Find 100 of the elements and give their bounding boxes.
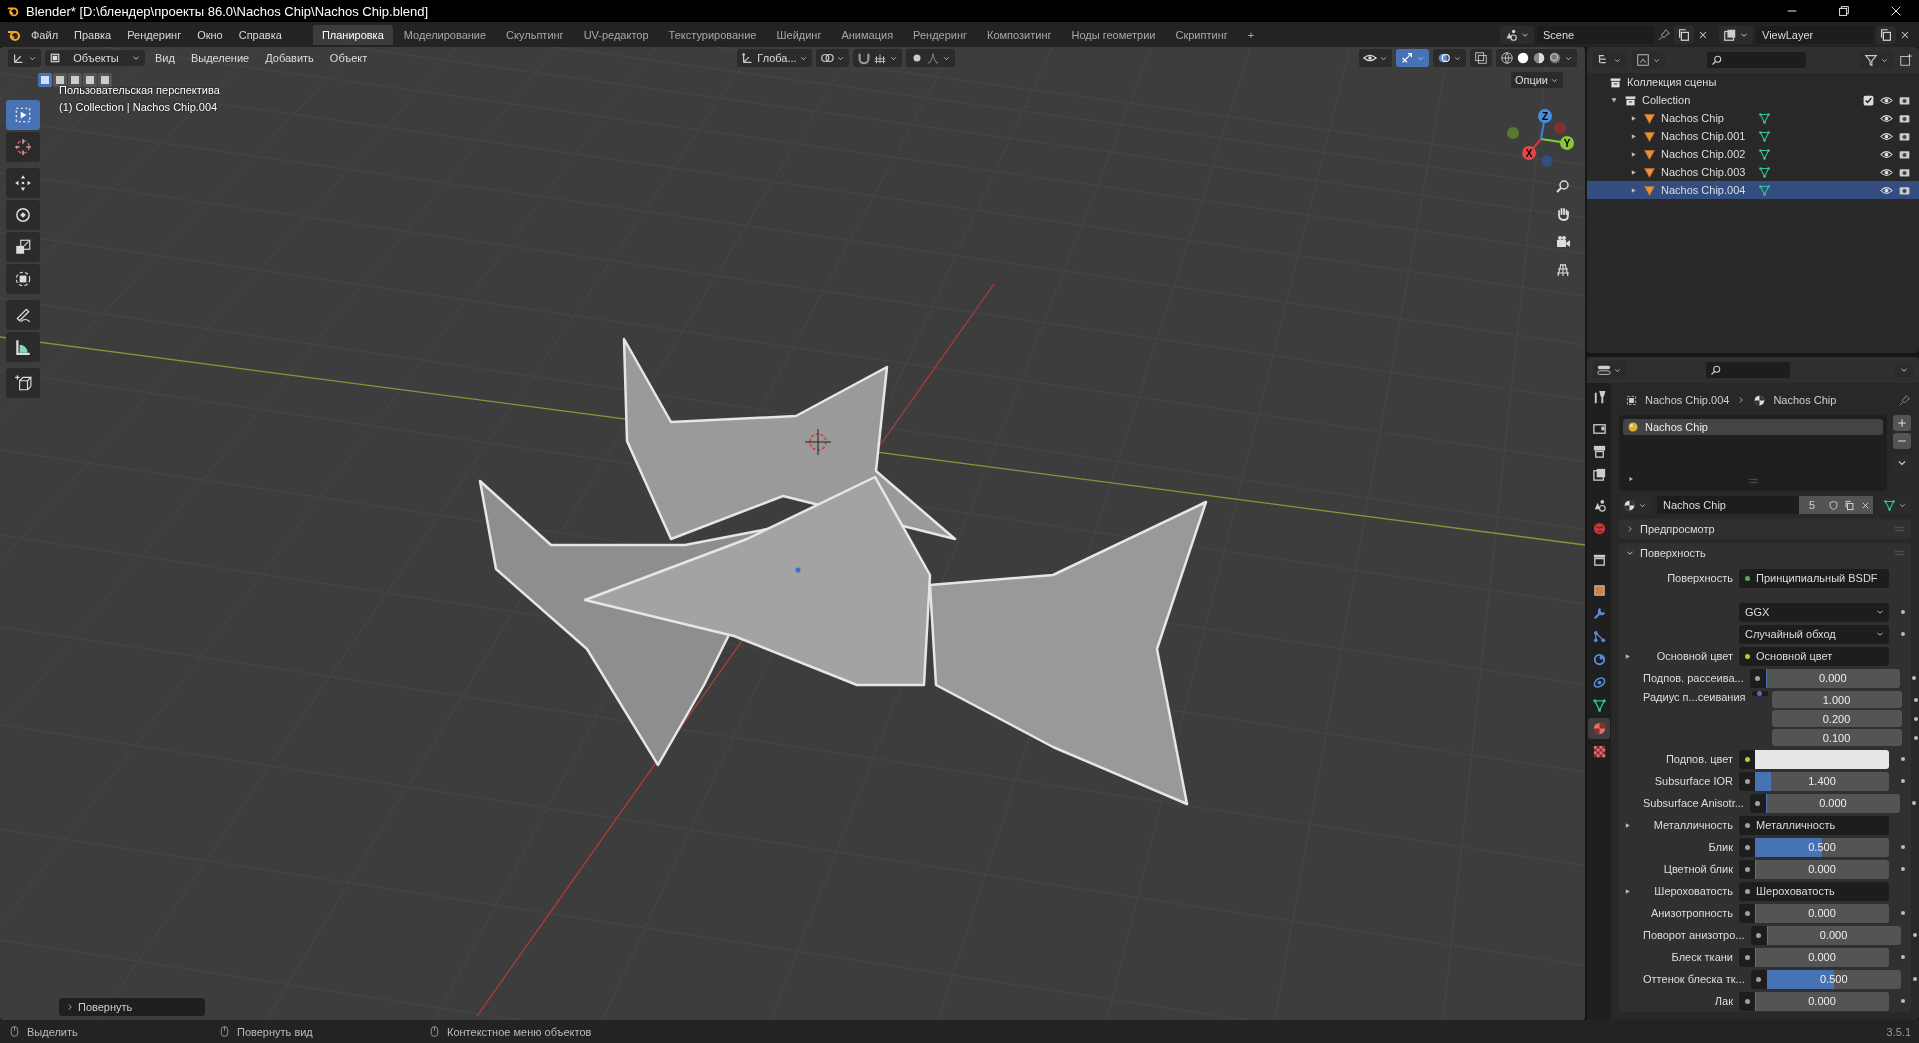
outliner-row[interactable]: Nachos Chip.003	[1587, 163, 1919, 181]
select-mode-button[interactable]	[53, 73, 67, 87]
material-name-field[interactable]: Nachos Chip	[1657, 496, 1799, 514]
socket-button[interactable]	[1739, 947, 1755, 967]
plus-button[interactable]	[1893, 415, 1911, 431]
close-icon[interactable]	[1889, 4, 1903, 18]
tool-button[interactable]	[6, 300, 40, 330]
link-field[interactable]: Принципиальный BSDF	[1739, 568, 1889, 588]
editor-type-button[interactable]	[8, 49, 41, 67]
menu-item[interactable]: Объект	[323, 50, 374, 66]
new-button[interactable]	[1876, 25, 1896, 44]
tree-item[interactable]: Collection	[1642, 94, 1691, 106]
select-mode-button[interactable]	[83, 73, 97, 87]
sphere-icon[interactable]	[1548, 51, 1562, 65]
pin-icon[interactable]	[1657, 27, 1671, 42]
toggle-button[interactable]	[1396, 49, 1429, 67]
tool-button[interactable]	[6, 132, 40, 162]
material-slot[interactable]: Nachos Chip	[1623, 419, 1883, 435]
keyframe-dot[interactable]	[1901, 911, 1905, 915]
tool-button[interactable]	[6, 200, 40, 230]
new-button[interactable]	[1674, 25, 1694, 44]
tool-button[interactable]	[6, 168, 40, 198]
new-collection-icon[interactable]	[1899, 53, 1913, 67]
tree-item[interactable]: Коллекция сцены	[1627, 76, 1717, 88]
unlink-button[interactable]	[1857, 496, 1873, 514]
keyframe-dot[interactable]	[1901, 757, 1905, 761]
workspace-tab[interactable]: Рендеринг	[904, 24, 977, 45]
selector-button[interactable]	[1719, 25, 1753, 44]
shading-buttons[interactable]	[1496, 49, 1577, 67]
restore-icon[interactable]	[1837, 4, 1851, 18]
keyframe-dot[interactable]	[1901, 610, 1905, 614]
menu-item[interactable]: Справка	[231, 25, 289, 44]
toolbar-button[interactable]	[815, 49, 849, 67]
search-field[interactable]	[1706, 362, 1790, 378]
value-field[interactable]: 0.100	[1771, 729, 1902, 746]
tool-button[interactable]	[6, 264, 40, 294]
toggle-button[interactable]	[1433, 49, 1466, 67]
value-field[interactable]: 1.000	[1771, 691, 1902, 708]
toolbar-button[interactable]	[852, 49, 902, 67]
value-slider[interactable]: 0.000	[1765, 668, 1900, 688]
dropdown[interactable]: Случайный обход	[1739, 624, 1889, 644]
workspace-tab[interactable]: Анимация	[832, 24, 903, 45]
socket-button[interactable]	[1739, 859, 1755, 879]
workspace-tab[interactable]: Ноды геометрии	[1062, 24, 1165, 45]
material-slot-list[interactable]: Nachos Chip	[1619, 415, 1887, 491]
menu-item[interactable]: Окно	[190, 25, 230, 44]
value-slider[interactable]: 0.000	[1755, 859, 1889, 879]
workspace-tab[interactable]: Шейдинг	[767, 24, 831, 45]
value-slider[interactable]: 0.000	[1766, 925, 1901, 945]
orientation-dropdown[interactable]: Глоба...	[737, 49, 812, 67]
socket-button[interactable]	[1739, 903, 1755, 923]
link-field[interactable]: Основной цвет	[1739, 646, 1889, 666]
keyframe-dot[interactable]	[1901, 999, 1905, 1003]
value-slider[interactable]: 0.500	[1755, 837, 1889, 857]
add-workspace-tab[interactable]: +	[1238, 24, 1264, 45]
link-field[interactable]: Шероховатость	[1739, 881, 1889, 901]
keyframe-dot[interactable]	[1913, 697, 1918, 702]
menu-item[interactable]: Выделение	[184, 50, 256, 66]
xray-button[interactable]	[1470, 49, 1492, 67]
socket-button[interactable]	[1739, 749, 1755, 769]
value-slider[interactable]: 0.000	[1755, 991, 1889, 1011]
socket-button[interactable]	[1739, 771, 1755, 791]
editor-type-button[interactable]	[1593, 361, 1626, 379]
tool-button[interactable]	[6, 368, 40, 398]
filter-button[interactable]	[1860, 51, 1893, 69]
keyframe-dot[interactable]	[1901, 779, 1905, 783]
socket-button[interactable]	[1749, 668, 1766, 688]
keyframe-dot[interactable]	[1912, 933, 1917, 937]
search-field[interactable]	[1707, 52, 1806, 68]
socket-button[interactable]	[1739, 837, 1755, 857]
workspace-tab[interactable]: UV-редактор	[574, 24, 658, 45]
outliner-row[interactable]: Nachos Chip.001	[1587, 127, 1919, 145]
select-mode-button[interactable]	[38, 73, 52, 87]
outliner-row[interactable]: Nachos Chip	[1587, 109, 1919, 127]
keyframe-dot[interactable]	[1911, 801, 1916, 805]
keyframe-dot[interactable]	[1912, 977, 1917, 981]
value-field[interactable]: 0.200	[1771, 710, 1902, 727]
panel-header[interactable]: Предпросмотр	[1619, 519, 1911, 539]
name-field[interactable]: ViewLayer	[1756, 25, 1873, 44]
workspace-tab[interactable]: Текстурирование	[659, 24, 766, 45]
workspace-tab[interactable]: Скульптинг	[497, 24, 573, 45]
keyframe-dot[interactable]	[1913, 716, 1918, 721]
zoom-icon[interactable]	[1555, 178, 1571, 194]
workspace-tab[interactable]: Моделирование	[394, 24, 496, 45]
outliner-row[interactable]: Nachos Chip.004	[1587, 181, 1919, 199]
solid-sphere-icon[interactable]	[1516, 51, 1530, 65]
options-dropdown[interactable]: Опции	[1510, 72, 1563, 88]
keyframe-dot[interactable]	[1911, 676, 1916, 680]
minus-button[interactable]	[1893, 433, 1911, 449]
editor-type-button[interactable]	[1593, 51, 1626, 69]
value-slider[interactable]: 1.400	[1755, 771, 1889, 791]
navigation-gizmo[interactable]: X Y Z	[1505, 103, 1577, 175]
value-slider[interactable]: 0.000	[1755, 947, 1889, 967]
socket-button[interactable]	[1739, 991, 1755, 1011]
checkbox[interactable]	[1862, 93, 1875, 107]
menu-item[interactable]: Вид	[149, 50, 181, 66]
last-operator-panel[interactable]: Повернуть	[59, 998, 205, 1016]
sphere-icon[interactable]	[1532, 51, 1546, 65]
color-swatch[interactable]	[1755, 749, 1889, 769]
keyframe-dot[interactable]	[1901, 955, 1905, 959]
